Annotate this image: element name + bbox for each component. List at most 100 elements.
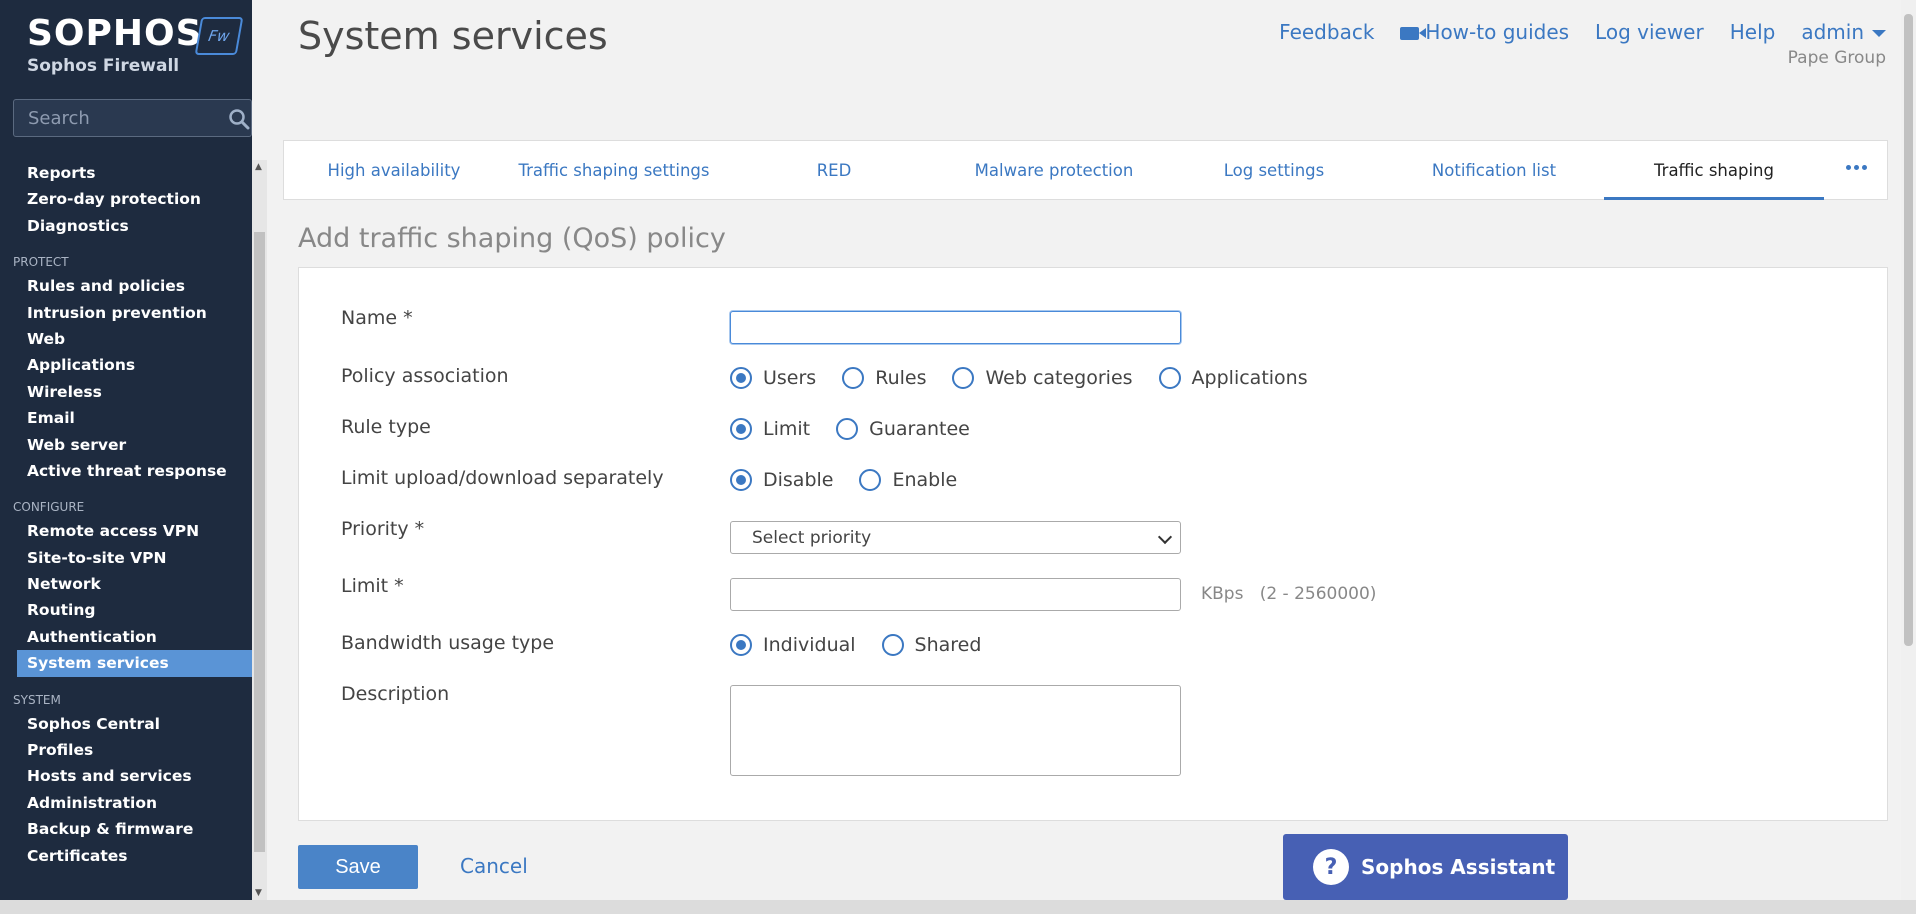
chevron-down-icon [1872, 30, 1886, 37]
video-camera-icon [1400, 27, 1427, 40]
radio-guarantee[interactable]: Guarantee [836, 418, 970, 440]
radio-rules[interactable]: Rules [842, 367, 926, 389]
sidebar-item-authentication[interactable]: Authentication [0, 624, 252, 650]
tab-red[interactable]: RED [724, 141, 944, 199]
sidebar-item-zero-day-protection[interactable]: Zero-day protection [0, 186, 252, 212]
org-name: Pape Group [1787, 48, 1886, 68]
sidebar-item-profiles[interactable]: Profiles [0, 737, 252, 763]
policy-form: Name * Policy association Users Rules We… [298, 267, 1888, 821]
sidebar-scrollbar[interactable]: ▲ ▼ [252, 160, 267, 900]
radio-individual[interactable]: Individual [730, 634, 856, 656]
search-input[interactable] [14, 100, 214, 136]
policy-association-label: Policy association [341, 365, 509, 387]
search-icon[interactable] [228, 108, 250, 130]
sidebar-item-active-threat-response[interactable]: Active threat response [0, 458, 252, 484]
sidebar-item-system-services[interactable]: System services [17, 650, 252, 677]
brand-name: SOPHOS [27, 13, 203, 54]
top-links: Feedback How-to guides Log viewer Help a… [1279, 20, 1886, 44]
more-tabs-icon[interactable] [1846, 165, 1867, 170]
chevron-down-icon [1157, 529, 1173, 545]
sidebar-item-email[interactable]: Email [0, 405, 252, 431]
sidebar-item-sophos-central[interactable]: Sophos Central [0, 711, 252, 737]
product-name: Sophos Firewall [27, 56, 180, 76]
sidebar-item-site-to-site-vpn[interactable]: Site-to-site VPN [0, 545, 252, 571]
sidebar-item-web[interactable]: Web [0, 326, 252, 352]
name-label: Name * [341, 307, 413, 329]
help-link[interactable]: Help [1730, 20, 1776, 44]
radio-icon [881, 634, 904, 656]
radio-icon [1158, 367, 1181, 389]
scroll-down-icon[interactable]: ▼ [255, 888, 262, 898]
radio-icon [836, 418, 859, 440]
sidebar-item-intrusion-prevention[interactable]: Intrusion prevention [0, 300, 252, 326]
chat-help-icon: ? [1313, 849, 1349, 885]
priority-value: Select priority [752, 527, 872, 548]
radio-label: Individual [763, 634, 856, 656]
radio-label: Rules [875, 367, 927, 389]
radio-enable[interactable]: Enable [859, 469, 957, 491]
priority-select[interactable]: Select priority [730, 521, 1181, 554]
radio-disable[interactable]: Disable [730, 469, 833, 491]
radio-web-categories[interactable]: Web categories [952, 367, 1133, 389]
description-textarea[interactable] [730, 685, 1181, 776]
nav-group-protect: PROTECT [13, 255, 69, 270]
radio-shared[interactable]: Shared [881, 634, 982, 656]
horizontal-scrollbar[interactable] [0, 900, 1916, 914]
page-title: System services [298, 14, 608, 58]
sophos-assistant-button[interactable]: ? Sophos Assistant [1283, 834, 1568, 900]
tab-traffic-shaping[interactable]: Traffic shaping [1604, 141, 1824, 200]
tab-notification-list[interactable]: Notification list [1384, 141, 1604, 199]
sophos-logo: SOPHOS Sophos Firewall [27, 13, 203, 77]
radio-icon [730, 469, 752, 491]
limit-separately-label: Limit upload/download separately [341, 467, 664, 489]
nav-group-system: SYSTEM [13, 692, 61, 707]
sidebar-search[interactable] [13, 99, 252, 137]
save-button[interactable]: Save [298, 845, 418, 889]
sidebar-item-diagnostics[interactable]: Diagnostics [0, 213, 252, 239]
cancel-button[interactable]: Cancel [460, 854, 528, 878]
scroll-up-icon[interactable]: ▲ [255, 162, 262, 172]
sidebar-scroll-thumb[interactable] [254, 232, 265, 852]
sidebar: SOPHOS Sophos Firewall Fw Reports Zero-d… [0, 0, 252, 914]
radio-icon [859, 469, 882, 491]
radio-users[interactable]: Users [730, 367, 816, 389]
limit-range: (2 - 2560000) [1259, 584, 1377, 604]
how-to-guides-label: How-to guides [1425, 20, 1570, 44]
tab-malware-protection[interactable]: Malware protection [944, 141, 1164, 199]
name-input[interactable] [730, 311, 1181, 344]
how-to-guides-link[interactable]: How-to guides [1400, 20, 1569, 44]
tab-bar: High availability Traffic shaping settin… [283, 140, 1888, 200]
main-scroll-thumb[interactable] [1904, 14, 1913, 646]
sidebar-item-wireless[interactable]: Wireless [0, 379, 252, 405]
sidebar-item-reports[interactable]: Reports [0, 160, 252, 186]
admin-menu[interactable]: admin [1801, 20, 1886, 44]
sidebar-item-rules-and-policies[interactable]: Rules and policies [0, 273, 252, 299]
admin-label: admin [1801, 20, 1864, 44]
limit-separately-group: Disable Enable [730, 469, 983, 491]
sidebar-item-backup-firmware[interactable]: Backup & firmware [0, 816, 252, 842]
nav-group-configure: CONFIGURE [13, 500, 85, 515]
sidebar-item-hosts-and-services[interactable]: Hosts and services [0, 763, 252, 789]
feedback-link[interactable]: Feedback [1279, 20, 1374, 44]
radio-icon [730, 367, 752, 389]
main-scrollbar[interactable] [1901, 0, 1916, 900]
tab-traffic-shaping-settings[interactable]: Traffic shaping settings [504, 141, 724, 199]
sidebar-item-network[interactable]: Network [0, 571, 252, 597]
tab-high-availability[interactable]: High availability [284, 141, 504, 199]
radio-icon [842, 367, 865, 389]
limit-input[interactable] [730, 578, 1181, 611]
bandwidth-usage-label: Bandwidth usage type [341, 632, 555, 654]
sidebar-item-web-server[interactable]: Web server [0, 432, 252, 458]
radio-limit[interactable]: Limit [730, 418, 810, 440]
radio-label: Shared [914, 634, 982, 656]
sidebar-item-administration[interactable]: Administration [0, 790, 252, 816]
sidebar-item-certificates[interactable]: Certificates [0, 843, 252, 869]
tab-log-settings[interactable]: Log settings [1164, 141, 1384, 199]
radio-applications[interactable]: Applications [1158, 367, 1308, 389]
log-viewer-link[interactable]: Log viewer [1595, 20, 1704, 44]
sidebar-item-applications[interactable]: Applications [0, 352, 252, 378]
radio-label: Applications [1191, 367, 1308, 389]
sidebar-item-remote-access-vpn[interactable]: Remote access VPN [0, 518, 252, 544]
radio-icon [730, 634, 752, 656]
sidebar-item-routing[interactable]: Routing [0, 597, 252, 623]
